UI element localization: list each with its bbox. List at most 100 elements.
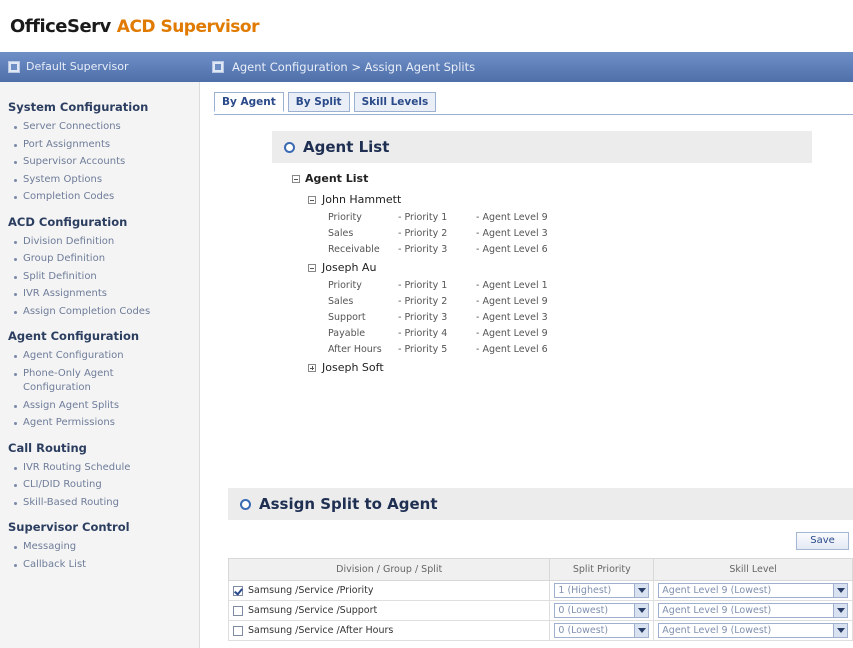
bullet-icon [14,372,17,376]
agent-node: Joseph Soft [308,361,692,374]
sidebar-item-messaging[interactable]: Messaging [14,540,191,555]
sidebar-item-ivr-assignments[interactable]: IVR Assignments [14,287,191,302]
tab-by-split[interactable]: By Split [287,92,350,112]
priority-cell: 0 (Lowest) [549,600,655,621]
sidebar-item-label: Group Definition [23,253,106,264]
sidebar-section-title: Agent Configuration [8,329,140,343]
bullet-icon [14,293,17,296]
chevron-down-icon[interactable] [833,624,847,637]
sidebar-item-ivr-routing-schedule[interactable]: IVR Routing Schedule [14,461,191,476]
skill-select[interactable]: Agent Level 9 (Lowest) [658,583,848,598]
sidebar-item-label: Server Connections [23,121,121,132]
tab-by-agent[interactable]: By Agent [214,92,284,112]
collapse-icon[interactable] [308,263,316,272]
split-level: - Agent Level 9 [476,328,548,339]
skill-cell: Agent Level 9 (Lowest) [653,600,853,621]
split-priority: - Priority 1 [398,212,448,223]
sidebar-item-supervisor-accounts[interactable]: Supervisor Accounts [14,155,191,170]
split-level: - Agent Level 3 [476,312,548,323]
skill-cell: Agent Level 9 (Lowest) [653,620,853,641]
split-name: Sales [328,228,354,239]
priority-select[interactable]: 0 (Lowest) [554,623,650,638]
breadcrumb-text: Agent Configuration > Assign Agent Split… [232,60,476,74]
sidebar-item-callback-list[interactable]: Callback List [14,558,191,573]
split-priority: - Priority 2 [398,296,448,307]
sidebar-item-agent-permissions[interactable]: Agent Permissions [14,416,191,431]
tree-root-label: Agent List [305,172,369,185]
split-path: Samsung /Service /Support [248,605,378,616]
sidebar-item-completion-codes[interactable]: Completion Codes [14,190,191,205]
priority-select[interactable]: 1 (Highest) [554,583,650,598]
sidebar-section-title: ACD Configuration [8,214,128,229]
sidebar-item-label: Completion Codes [23,191,115,202]
sidebar-item-server-connections[interactable]: Server Connections [14,120,191,135]
agent-name-row[interactable]: Joseph Au [308,261,692,274]
collapse-icon[interactable] [308,195,316,204]
table-header-row: Division / Group / Split Split Priority … [227,558,853,581]
agent-node: Joseph Au Priority - Priority 1 - Agent Le… [308,261,692,355]
priority-select[interactable]: 0 (Lowest) [554,603,650,618]
column-header: Skill Level [653,558,853,581]
skill-select[interactable]: Agent Level 9 (Lowest) [658,623,848,638]
sidebar-item-assign-completion-codes[interactable]: Assign Completion Codes [14,305,191,320]
sidebar-section-title: System Configuration [8,100,149,114]
supervisor-menu[interactable]: Default Supervisor [8,60,128,73]
sidebar: System Configuration Server Connections … [0,82,200,648]
split-checkbox[interactable] [233,625,243,636]
agent-split-row: After Hours - Priority 5 - Agent Level 6 [328,344,692,355]
agent-tree: Agent List John Hammett Priority - Priori… [292,172,692,380]
skill-cell: Agent Level 9 (Lowest) [653,580,853,601]
bullet-icon [14,501,17,505]
sidebar-item-division-definition[interactable]: Division Definition [14,235,191,250]
chevron-down-icon[interactable] [833,604,847,617]
split-path: Samsung /Service /Priority [248,585,374,596]
agent-list-title: Agent List [303,138,390,156]
sidebar-item-assign-agent-splits[interactable]: Assign Agent Splits [14,399,191,414]
agent-name-row[interactable]: Joseph Soft [308,361,692,374]
sidebar-item-split-definition[interactable]: Split Definition [14,270,191,285]
tab-skill-levels[interactable]: Skill Levels [353,92,437,112]
sidebar-item-cli-did-routing[interactable]: CLI/DID Routing [14,478,191,493]
brand-name: OfficeServ [10,16,111,37]
chevron-down-icon[interactable] [634,604,649,617]
expand-icon[interactable] [308,363,316,372]
sidebar-item-label: Agent Configuration [23,350,124,361]
split-cell: Samsung /Service /Priority [227,580,551,601]
agent-name: Joseph Au [322,261,377,274]
tree-root[interactable]: Agent List [292,172,692,185]
section-bullet-icon [240,498,251,510]
bullet-icon [14,161,17,164]
sidebar-item-agent-configuration[interactable]: Agent Configuration [14,349,191,364]
table-row: Samsung /Service /Priority 1 (Highest) A… [227,580,853,601]
agent-name: John Hammett [322,193,402,206]
sidebar-item-group-definition[interactable]: Group Definition [14,252,191,267]
split-checkbox[interactable] [233,585,243,596]
bullet-icon [14,563,17,567]
sidebar-item-port-assignments[interactable]: Port Assignments [14,138,191,153]
split-cell: Samsung /Service /After Hours [227,620,551,641]
chevron-down-icon[interactable] [833,584,847,597]
split-level: - Agent Level 3 [476,228,548,239]
skill-value: Agent Level 9 (Lowest) [662,605,772,616]
chevron-down-icon[interactable] [634,584,649,597]
bullet-icon [14,484,17,487]
priority-cell: 0 (Lowest) [549,620,655,641]
skill-select[interactable]: Agent Level 9 (Lowest) [658,603,848,618]
sidebar-item-phone-only-agent[interactable]: Phone-Only Agent Configuration [14,367,191,396]
sidebar-item-system-options[interactable]: System Options [14,173,191,188]
agent-split-row: Sales - Priority 2 - Agent Level 3 [328,228,692,239]
split-checkbox[interactable] [233,605,243,616]
agent-name-row[interactable]: John Hammett [308,193,692,206]
bullet-icon [14,196,17,199]
save-button[interactable]: Save [796,532,849,550]
sidebar-item-label: Supervisor Accounts [23,156,126,167]
split-priority: - Priority 4 [398,328,448,339]
assign-split-title: Assign Split to Agent [259,495,438,513]
sidebar-item-skill-based-routing[interactable]: Skill-Based Routing [14,496,191,511]
chevron-down-icon[interactable] [634,624,649,637]
agent-node: John Hammett Priority - Priority 1 - Agent… [308,193,692,255]
collapse-icon[interactable] [292,174,300,183]
split-level: - Agent Level 9 [476,212,548,223]
agent-split-row: Receivable - Priority 3 - Agent Level 6 [328,244,692,255]
sidebar-item-label: IVR Assignments [23,288,108,299]
